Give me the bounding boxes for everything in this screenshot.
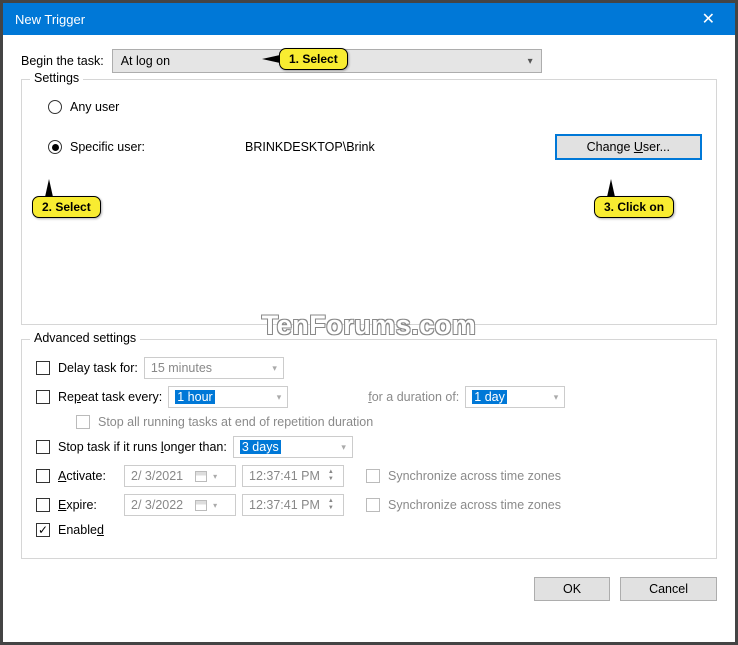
expire-time[interactable]: 12:37:41 PM▲▼ [242,494,344,516]
stop-all-label: Stop all running tasks at end of repetit… [98,415,373,429]
cancel-button[interactable]: Cancel [620,577,717,601]
any-user-label: Any user [70,100,119,114]
enabled-label: Enabled [58,523,104,537]
callout-1: 1. Select [279,48,348,70]
calendar-icon [195,500,207,511]
activate-time[interactable]: 12:37:41 PM▲▼ [242,465,344,487]
chevron-down-icon: ▾ [335,442,346,453]
chevron-down-icon: ▾ [548,392,559,403]
delay-checkbox[interactable] [36,361,50,375]
settings-fieldset: Settings Any user Specific user: BRINKDE… [21,79,717,325]
specific-user-value: BRINKDESKTOP\Brink [245,140,375,154]
activate-date[interactable]: 2/ 3/2021▾ [124,465,236,487]
stop-if-combo[interactable]: 3 days▾ [233,436,353,458]
stop-all-checkbox [76,415,90,429]
repeat-combo[interactable]: 1 hour▾ [168,386,288,408]
expire-checkbox[interactable] [36,498,50,512]
chevron-down-icon: ▾ [266,363,277,374]
sync1-label: Synchronize across time zones [388,469,561,483]
begin-task-label: Begin the task: [21,54,104,68]
stop-if-checkbox[interactable] [36,440,50,454]
expire-date[interactable]: 2/ 3/2022▾ [124,494,236,516]
window-title: New Trigger [15,12,694,27]
advanced-fieldset: Advanced settings Delay task for: 15 min… [21,339,717,559]
stop-if-label: Stop task if it runs longer than: [58,440,227,454]
activate-label: Activate: [58,469,118,483]
delay-label: Delay task for: [58,361,138,375]
sync2-label: Synchronize across time zones [388,498,561,512]
calendar-icon [195,471,207,482]
specific-user-label: Specific user: [70,140,145,154]
delay-combo[interactable]: 15 minutes▾ [144,357,284,379]
advanced-legend: Advanced settings [30,331,140,345]
chevron-down-icon: ▾ [271,392,282,403]
ok-button[interactable]: OK [534,577,610,601]
sync2-checkbox [366,498,380,512]
activate-checkbox[interactable] [36,469,50,483]
titlebar: New Trigger ✕ [3,3,735,35]
any-user-radio[interactable] [48,100,62,114]
callout-2: 2. Select [32,196,101,218]
sync1-checkbox [366,469,380,483]
change-user-button[interactable]: Change User... [555,134,702,160]
callout-3: 3. Click on [594,196,674,218]
expire-label: Expire: [58,498,118,512]
repeat-label: Repeat task every: [58,390,162,404]
close-icon[interactable]: ✕ [694,9,723,29]
chevron-down-icon: ▾ [528,56,533,67]
specific-user-radio[interactable] [48,140,62,154]
duration-combo[interactable]: 1 day▾ [465,386,565,408]
repeat-checkbox[interactable] [36,390,50,404]
begin-task-value: At log on [121,54,170,68]
settings-legend: Settings [30,71,83,85]
enabled-checkbox[interactable] [36,523,50,537]
duration-label: for a duration of: [368,390,459,404]
